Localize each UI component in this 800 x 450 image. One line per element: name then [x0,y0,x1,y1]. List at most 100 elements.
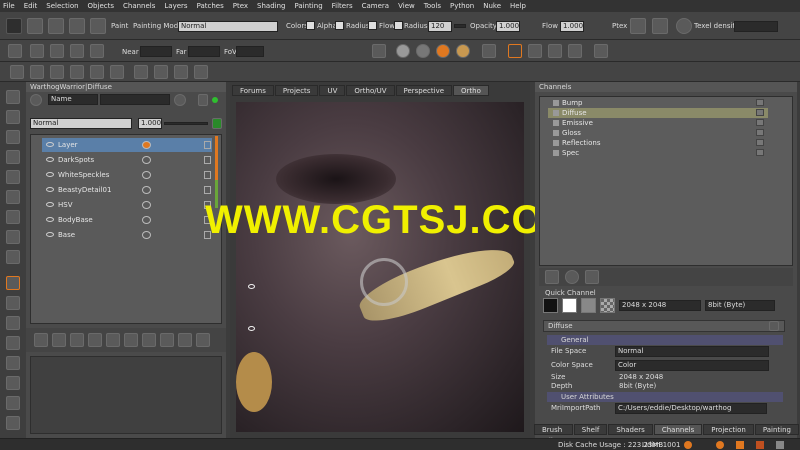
paint-through-icon[interactable] [6,276,20,290]
info-status-icon[interactable] [776,441,784,449]
menu-layers[interactable]: Layers [164,2,187,10]
merge-layer-icon[interactable] [106,333,120,347]
channel-toggle-icon[interactable] [756,129,764,136]
zoom-tool-icon[interactable] [6,130,20,144]
fill-tool-icon[interactable] [6,190,20,204]
lock-status-icon[interactable] [736,441,744,449]
menu-python[interactable]: Python [450,2,474,10]
add-group-icon[interactable] [70,333,84,347]
layer-blend-mode-select[interactable]: Normal [30,118,132,129]
layer-row[interactable]: HSV [42,198,212,212]
far-input[interactable] [188,46,220,57]
layer-props-icon[interactable] [160,333,174,347]
menu-shading[interactable]: Shading [257,2,285,10]
grid-view-icon[interactable] [70,44,84,58]
scale-icon[interactable] [90,65,104,79]
eye-toggle-3-icon[interactable] [174,65,188,79]
layer-row[interactable]: BeastyDetail01 [42,183,212,197]
visibility-eye-icon[interactable] [46,202,54,207]
cache-status-icon[interactable] [684,441,692,449]
split-icon[interactable] [548,44,562,58]
3d-viewport[interactable] [236,102,524,432]
burn-tool-icon[interactable] [6,396,20,410]
radius-slider[interactable] [454,24,466,28]
new-icon[interactable] [6,18,22,34]
grid-toggle-icon[interactable] [528,44,542,58]
near-input[interactable] [140,46,172,57]
white-swatch[interactable] [562,298,577,313]
clone-tool-icon[interactable] [6,296,20,310]
mask-icon[interactable] [124,333,138,347]
blur-tool-icon[interactable] [6,316,20,330]
grey-swatch[interactable] [581,298,596,313]
sphere-orange-icon[interactable] [436,44,450,58]
visibility-eye-icon[interactable] [46,217,54,222]
image-icon[interactable] [30,44,44,58]
camera-icon[interactable] [8,44,22,58]
layout-icon[interactable] [568,44,582,58]
smudge-tool-icon[interactable] [6,250,20,264]
flow-checkbox[interactable] [394,21,403,30]
tab-uv[interactable]: UV [319,85,346,96]
channel-item[interactable]: Spec [548,148,768,158]
eye-toggle-2-icon[interactable] [154,65,168,79]
delete-layer-icon[interactable] [142,333,156,347]
tab-ortho[interactable]: Ortho [453,85,489,96]
menu-edit[interactable]: Edit [24,2,38,10]
radius-input[interactable]: 120 [428,21,452,32]
warning-status-icon[interactable] [756,441,764,449]
layer-lock-icon[interactable] [204,186,211,194]
frame-icon[interactable] [482,44,496,58]
layer-opacity-input[interactable]: 1.000 [138,118,162,129]
gradient-tool-icon[interactable] [6,356,20,370]
ptex-grid-icon[interactable] [652,18,668,34]
clear-search-icon[interactable] [174,94,186,106]
globe-icon[interactable] [676,18,692,34]
opacity-lock-icon[interactable] [212,118,222,129]
menu-view[interactable]: View [398,2,415,10]
layer-list-icon[interactable] [178,333,192,347]
channel-props-icon[interactable] [585,270,599,284]
layer-search-input[interactable] [100,94,170,105]
layer-lock-icon[interactable] [204,156,211,164]
menu-channels[interactable]: Channels [123,2,155,10]
eyedropper-tool-icon[interactable] [6,416,20,430]
layer-row[interactable]: Layer [42,138,212,152]
duplicate-layer-icon[interactable] [88,333,102,347]
sphere-white-icon[interactable] [396,44,410,58]
sphere-grey-icon[interactable] [416,44,430,58]
cube-icon[interactable] [50,44,64,58]
checker-swatch[interactable] [600,298,615,313]
visibility-eye-icon[interactable] [46,172,54,177]
menu-file[interactable]: File [3,2,15,10]
channel-item[interactable]: Bump [548,98,768,108]
channel-item[interactable]: Diffuse [548,108,768,118]
layer-opacity-slider[interactable] [164,122,208,125]
bottom-tab-painting[interactable]: Painting [754,424,799,435]
link-icon[interactable] [594,44,608,58]
menu-help[interactable]: Help [510,2,526,10]
pattern-tool-icon[interactable] [6,210,20,224]
layer-row[interactable]: DarkSpots [42,153,212,167]
channel-size-select[interactable]: 2048 x 2048 [619,300,701,311]
lasso-icon[interactable] [110,65,124,79]
menu-nuke[interactable]: Nuke [483,2,501,10]
tab-projects[interactable]: Projects [274,85,319,96]
copy-icon[interactable] [69,18,85,34]
visibility-eye-icon[interactable] [46,142,54,147]
layer-menu-icon[interactable] [196,333,210,347]
channel-toggle-icon[interactable] [756,139,764,146]
pan-tool-icon[interactable] [6,150,20,164]
lock-filter-icon[interactable] [198,94,208,106]
channel-toggle-icon[interactable] [756,149,764,156]
menu-painting[interactable]: Painting [294,2,322,10]
fov-input[interactable] [236,46,264,57]
add-attribute-icon[interactable] [769,321,779,331]
black-swatch[interactable] [543,298,558,313]
paste-icon[interactable] [90,18,106,34]
menu-objects[interactable]: Objects [88,2,114,10]
import-path-input[interactable]: C:/Users/eddie/Desktop/warthog [615,403,767,414]
search-mode-select[interactable]: Name [48,94,98,105]
menu-ptex[interactable]: Ptex [233,2,248,10]
eye-toggle-4-icon[interactable] [194,65,208,79]
